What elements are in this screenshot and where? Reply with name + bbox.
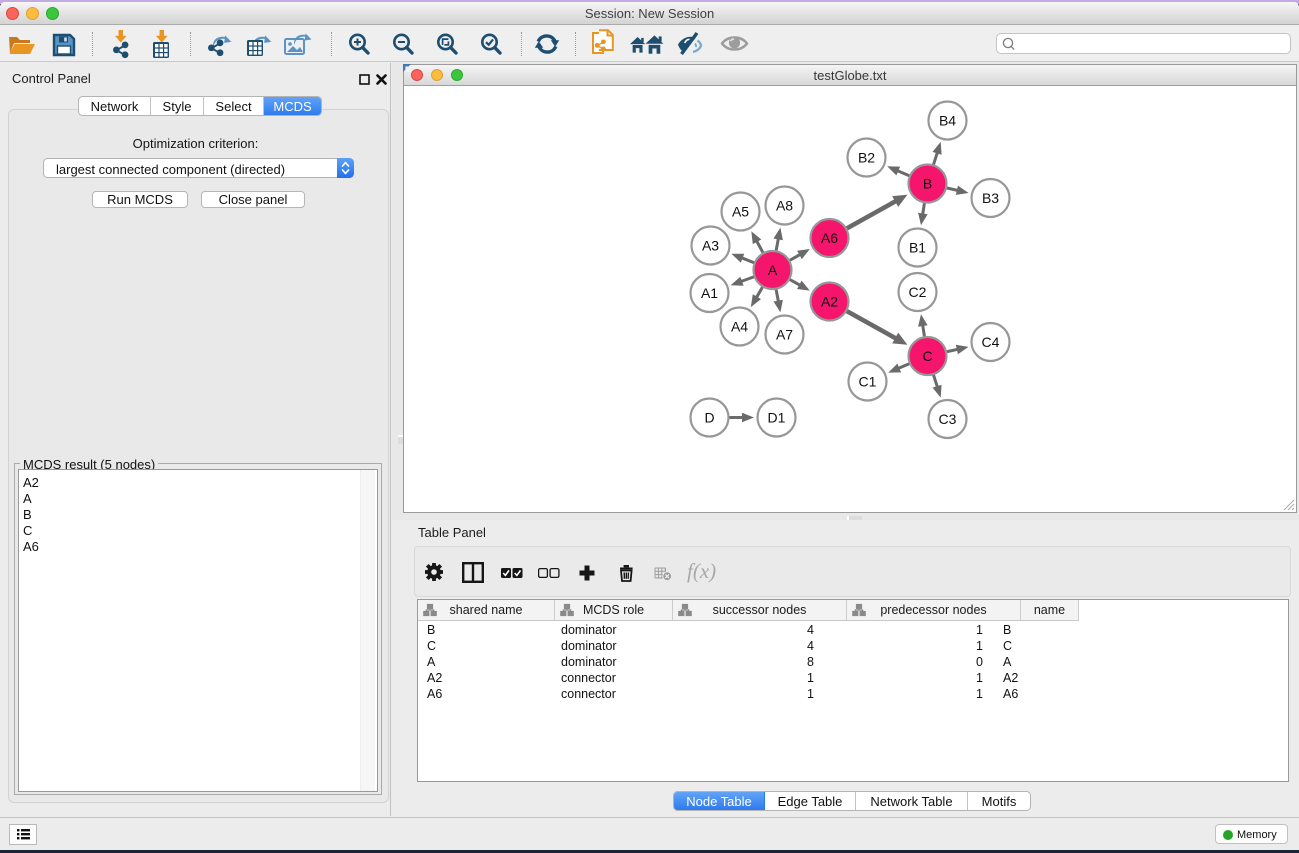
svg-text:A1: A1	[700, 285, 717, 301]
svg-text:A6: A6	[820, 230, 837, 246]
svg-text:C4: C4	[981, 334, 999, 350]
svg-text:A: A	[767, 262, 777, 278]
svg-text:B: B	[922, 175, 931, 191]
svg-text:A4: A4	[730, 318, 747, 334]
svg-text:A3: A3	[701, 237, 718, 253]
svg-text:B1: B1	[908, 239, 925, 255]
svg-text:D: D	[704, 409, 714, 425]
svg-text:B4: B4	[938, 112, 955, 128]
svg-text:B2: B2	[857, 149, 874, 165]
svg-text:B3: B3	[981, 190, 998, 206]
svg-text:A5: A5	[731, 203, 748, 219]
svg-text:A7: A7	[775, 326, 792, 342]
svg-text:C1: C1	[858, 373, 876, 389]
svg-text:A2: A2	[820, 293, 837, 309]
svg-text:A8: A8	[775, 197, 792, 213]
svg-text:C3: C3	[938, 411, 956, 427]
svg-text:C2: C2	[908, 284, 926, 300]
svg-text:D1: D1	[767, 409, 785, 425]
svg-text:C: C	[922, 348, 932, 364]
